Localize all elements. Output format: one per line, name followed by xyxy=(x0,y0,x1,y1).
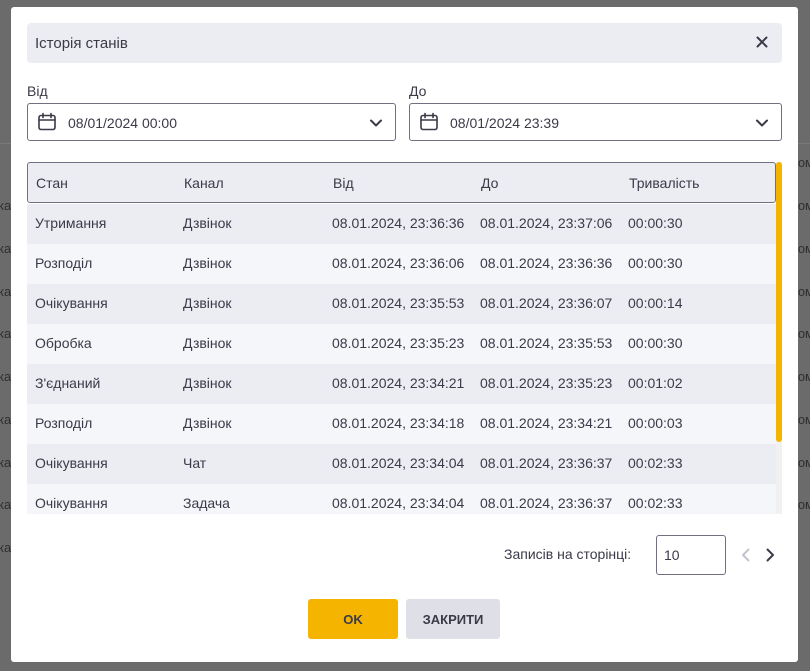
cell-channel: Задача xyxy=(183,495,230,511)
cell-state: Розподіл xyxy=(35,255,93,271)
cell-state: Очікування xyxy=(35,455,108,471)
cell-state: Розподіл xyxy=(35,415,93,431)
table-row: Розподіл Дзвінок 08.01.2024, 23:36:06 08… xyxy=(27,244,777,284)
cell-channel: Дзвінок xyxy=(183,255,232,271)
background-text: ом xyxy=(797,326,810,341)
background-text: ка xyxy=(0,455,12,470)
table-row: Обробка Дзвінок 08.01.2024, 23:35:23 08.… xyxy=(27,324,777,364)
dialog-header: Історія станів xyxy=(27,23,782,63)
state-history-dialog: Історія станів Від 08/01/2024 00:00 До 0… xyxy=(11,7,798,662)
cell-duration: 00:02:33 xyxy=(628,455,683,471)
background-text: ка xyxy=(0,284,12,299)
table-row: Очікування Задача 08.01.2024, 23:34:04 0… xyxy=(27,484,777,514)
column-header-state[interactable]: Стан xyxy=(36,175,68,191)
cell-channel: Чат xyxy=(183,455,207,471)
cell-to: 08.01.2024, 23:36:07 xyxy=(480,295,613,311)
rows-per-page-label: Записів на сторінці: xyxy=(504,546,632,562)
chevron-left-icon[interactable] xyxy=(739,547,753,563)
close-icon[interactable] xyxy=(754,34,770,50)
cell-from: 08.01.2024, 23:35:23 xyxy=(332,335,465,351)
cell-to: 08.01.2024, 23:35:53 xyxy=(480,335,613,351)
background-text: ом xyxy=(797,241,810,256)
cell-to: 08.01.2024, 23:36:37 xyxy=(480,495,613,511)
cell-duration: 00:02:33 xyxy=(628,495,683,511)
background-text: ка xyxy=(0,540,12,555)
to-date-picker[interactable]: 08/01/2024 23:39 xyxy=(409,103,782,141)
cell-to: 08.01.2024, 23:34:21 xyxy=(480,415,613,431)
cell-channel: Дзвінок xyxy=(183,295,232,311)
cell-to: 08.01.2024, 23:36:37 xyxy=(480,455,613,471)
table-row: Очікування Дзвінок 08.01.2024, 23:35:53 … xyxy=(27,284,777,324)
cell-from: 08.01.2024, 23:36:06 xyxy=(332,255,465,271)
cell-state: Очікування xyxy=(35,495,108,511)
rows-per-page-input[interactable] xyxy=(656,535,726,575)
table-scrollbar-thumb[interactable] xyxy=(776,162,782,442)
to-label: До xyxy=(409,83,427,99)
cell-duration: 00:01:02 xyxy=(628,375,683,391)
cell-channel: Дзвінок xyxy=(183,335,232,351)
background-text: ка xyxy=(0,369,12,384)
background-text: ом xyxy=(797,455,810,470)
cell-duration: 00:00:14 xyxy=(628,295,683,311)
cell-from: 08.01.2024, 23:35:53 xyxy=(332,295,465,311)
table-row: Очікування Чат 08.01.2024, 23:34:04 08.0… xyxy=(27,444,777,484)
table-row: Розподіл Дзвінок 08.01.2024, 23:34:18 08… xyxy=(27,404,777,444)
from-date-value: 08/01/2024 00:00 xyxy=(68,115,177,131)
table-header: Стан Канал Від До Тривалість xyxy=(27,162,776,203)
cell-duration: 00:00:30 xyxy=(628,335,683,351)
cell-channel: Дзвінок xyxy=(183,215,232,231)
ok-button[interactable]: OK xyxy=(308,599,398,639)
column-header-duration[interactable]: Тривалість xyxy=(629,175,699,191)
background-text: ка xyxy=(0,198,12,213)
cell-duration: 00:00:03 xyxy=(628,415,683,431)
cell-state: Обробка xyxy=(35,335,92,351)
cell-to: 08.01.2024, 23:37:06 xyxy=(480,215,613,231)
cell-state: Очікування xyxy=(35,295,108,311)
cell-to: 08.01.2024, 23:35:23 xyxy=(480,375,613,391)
background-text: ом xyxy=(797,155,810,170)
cell-from: 08.01.2024, 23:34:04 xyxy=(332,495,465,511)
background-text: ка xyxy=(0,497,12,512)
background-text: ом xyxy=(797,412,810,427)
state-history-table: Стан Канал Від До Тривалість Утримання Д… xyxy=(27,162,783,514)
cell-from: 08.01.2024, 23:34:21 xyxy=(332,375,465,391)
cell-from: 08.01.2024, 23:34:18 xyxy=(332,415,465,431)
table-row: Утримання Дзвінок 08.01.2024, 23:36:36 0… xyxy=(27,204,777,244)
cell-channel: Дзвінок xyxy=(183,375,232,391)
table-row: З'єднаний Дзвінок 08.01.2024, 23:34:21 0… xyxy=(27,364,777,404)
background-text: ка xyxy=(0,241,12,256)
cell-from: 08.01.2024, 23:36:36 xyxy=(332,215,465,231)
background-text: ка xyxy=(0,412,12,427)
chevron-right-icon[interactable] xyxy=(763,547,777,563)
cell-from: 08.01.2024, 23:34:04 xyxy=(332,455,465,471)
chevron-down-icon xyxy=(755,116,769,130)
background-text: ка xyxy=(0,326,12,341)
cell-duration: 00:00:30 xyxy=(628,255,683,271)
column-header-to[interactable]: До xyxy=(481,175,498,191)
background-text: ом xyxy=(797,497,810,512)
from-label: Від xyxy=(27,83,48,99)
background-text: ом xyxy=(797,369,810,384)
cell-duration: 00:00:30 xyxy=(628,215,683,231)
calendar-icon xyxy=(37,112,57,132)
chevron-down-icon xyxy=(369,116,383,130)
cell-state: Утримання xyxy=(35,215,107,231)
calendar-icon xyxy=(419,112,439,132)
from-date-picker[interactable]: 08/01/2024 00:00 xyxy=(27,103,396,141)
cell-channel: Дзвінок xyxy=(183,415,232,431)
cell-state: З'єднаний xyxy=(35,375,101,391)
cell-to: 08.01.2024, 23:36:36 xyxy=(480,255,613,271)
column-header-from[interactable]: Від xyxy=(333,175,354,191)
dialog-title: Історія станів xyxy=(35,35,128,52)
close-button[interactable]: ЗАКРИТИ xyxy=(406,599,500,639)
column-header-channel[interactable]: Канал xyxy=(184,175,224,191)
background-text: ом xyxy=(797,198,810,213)
background-text: ом xyxy=(797,284,810,299)
to-date-value: 08/01/2024 23:39 xyxy=(450,115,559,131)
